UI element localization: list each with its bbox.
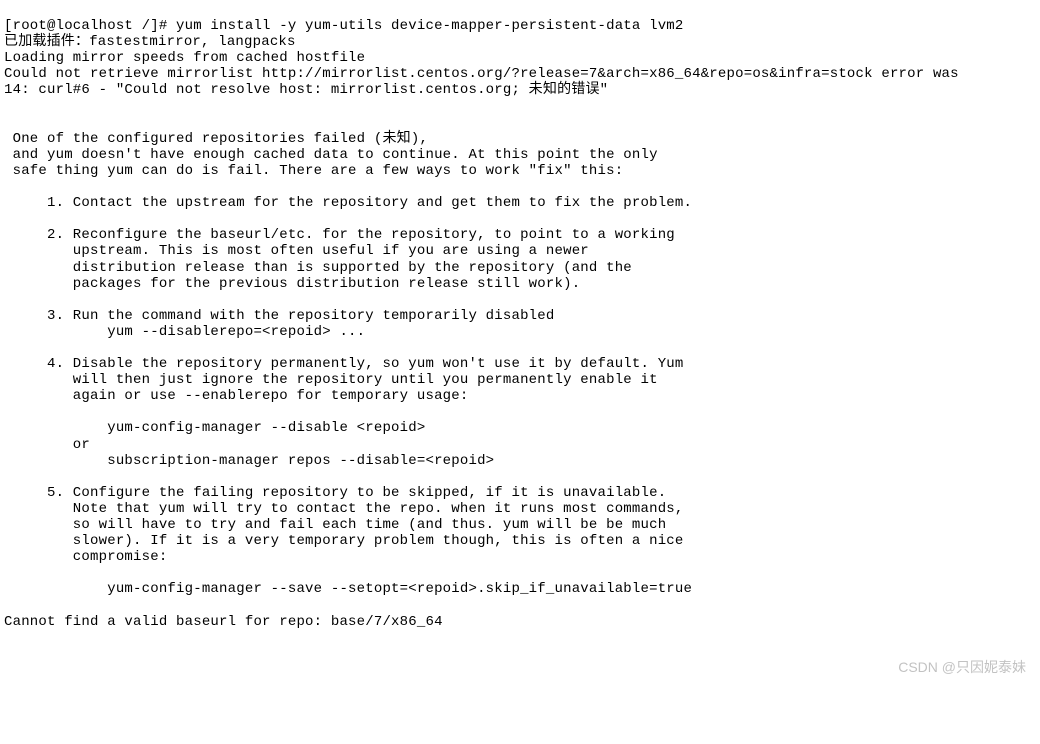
terminal-output: [root@localhost /]# yum install -y yum-u…: [4, 18, 1036, 630]
watermark: CSDN @只因妮泰妹: [898, 659, 1026, 675]
